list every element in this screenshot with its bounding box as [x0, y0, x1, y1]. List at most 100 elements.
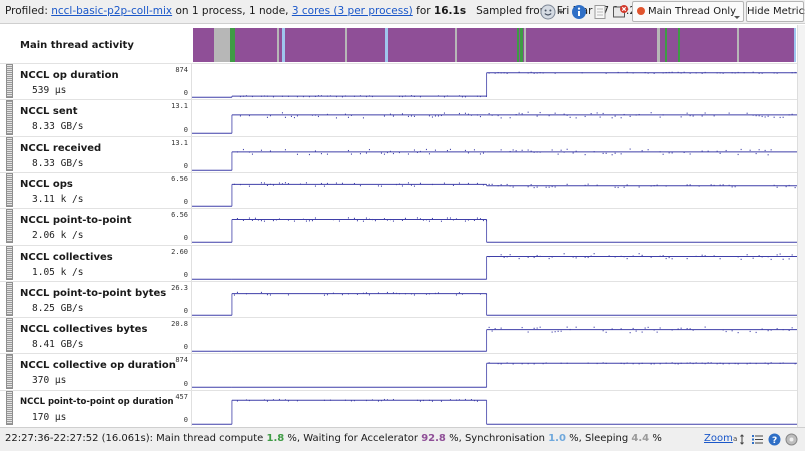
metric-plot[interactable] [191, 281, 797, 318]
series-point [650, 185, 652, 187]
series-point [329, 399, 331, 401]
drag-handle-icon[interactable] [6, 100, 13, 135]
metric-plot[interactable] [191, 318, 797, 354]
series-point [539, 151, 541, 153]
series-point [626, 362, 628, 365]
metric-plot[interactable] [191, 64, 797, 100]
vertical-scrollbar[interactable] [797, 25, 805, 427]
y-axis-max: 13.1 [171, 138, 188, 147]
series-point [731, 186, 733, 188]
series-point [761, 116, 763, 118]
metric-plot[interactable] [191, 354, 797, 390]
series-point [530, 150, 532, 152]
series-point [629, 332, 631, 334]
series-point [593, 150, 595, 152]
series-point [602, 152, 604, 154]
drag-handle-icon[interactable] [6, 390, 13, 425]
profile-name-link[interactable]: nccl-basic-p2p-coll-mix [51, 5, 172, 17]
series-point [380, 152, 382, 154]
series-point [623, 363, 625, 365]
metric-plot[interactable] [191, 245, 797, 281]
series-point [533, 363, 535, 365]
series-point [758, 72, 760, 74]
series-point [515, 149, 517, 151]
document-icon[interactable] [592, 4, 608, 20]
series-point [689, 328, 691, 330]
series-point [431, 116, 433, 118]
drag-handle-icon[interactable] [6, 354, 13, 389]
series-point [287, 182, 289, 185]
series-point [527, 256, 529, 258]
hide-metrics-button[interactable]: Hide Metrics [746, 1, 805, 22]
metric-series-svg [192, 326, 797, 352]
y-axis-min: 0 [183, 307, 188, 316]
zoom-link[interactable]: Zoom [704, 433, 733, 444]
series-point [575, 256, 577, 258]
series-point [317, 95, 319, 97]
series-point [590, 113, 592, 115]
series-point [500, 184, 502, 186]
metric-plot[interactable] [191, 390, 797, 426]
y-axis-max: 26.3 [171, 283, 188, 292]
series-point [758, 115, 760, 117]
metric-plot[interactable] [191, 100, 797, 136]
series-point [542, 72, 544, 74]
series-point [539, 326, 541, 328]
series-point [656, 331, 658, 333]
series-point [722, 184, 724, 186]
thread-filter-select[interactable]: Main Thread Only [632, 1, 744, 22]
series-point [278, 398, 280, 400]
drag-handle-icon[interactable] [6, 136, 13, 171]
drag-handle-icon[interactable] [6, 281, 13, 317]
drag-handle-icon[interactable] [6, 245, 13, 280]
series-point [458, 398, 460, 401]
series-point [476, 114, 478, 116]
series-point [794, 363, 796, 365]
series-point [584, 256, 586, 258]
series-point [776, 253, 778, 255]
series-point [710, 184, 712, 186]
metric-plot[interactable] [191, 172, 797, 209]
series-point [446, 149, 448, 151]
metric-plot[interactable] [191, 136, 797, 172]
info-icon[interactable] [571, 4, 587, 20]
chevron-down-icon[interactable] [557, 4, 565, 20]
series-point [647, 326, 649, 329]
series-point [290, 116, 292, 118]
cores-link[interactable]: 3 cores (3 per process) [292, 5, 413, 17]
series-point [374, 220, 376, 222]
series-point [704, 112, 706, 114]
help-icon[interactable]: ? [768, 433, 781, 446]
drag-handle-icon[interactable] [6, 209, 13, 244]
series-point [326, 293, 328, 296]
series-point [752, 71, 754, 73]
series-point [686, 112, 688, 115]
series-point [443, 112, 445, 114]
series-point [422, 399, 424, 401]
main-thread-activity-bar[interactable] [193, 28, 796, 62]
series-point [653, 72, 655, 74]
series-point [380, 185, 382, 187]
series-point [620, 255, 622, 257]
smiley-icon[interactable] [540, 4, 556, 20]
list-icon[interactable] [751, 433, 764, 446]
series-point [764, 362, 766, 365]
drag-handle-icon[interactable] [6, 64, 13, 99]
zoom-scale-icon[interactable]: a [733, 433, 746, 446]
process-text: on 1 process, 1 node, [175, 5, 289, 17]
series-point [299, 183, 301, 185]
series-point [419, 150, 421, 152]
series-point [677, 363, 679, 365]
metric-plot[interactable] [191, 209, 797, 245]
activity-segment-sleeping [213, 28, 231, 62]
series-point [716, 72, 718, 74]
drag-handle-icon[interactable] [6, 172, 13, 208]
series-point [608, 254, 610, 257]
series-point [353, 95, 355, 97]
clear-notifications-icon[interactable] [612, 4, 628, 20]
metric-row-label: NCCL point-to-point 2.06 k /s 6.56 0 [0, 208, 190, 244]
drag-handle-icon[interactable] [6, 318, 13, 353]
series-point [554, 72, 556, 74]
series-point [242, 148, 244, 150]
settings-icon[interactable] [785, 433, 798, 446]
